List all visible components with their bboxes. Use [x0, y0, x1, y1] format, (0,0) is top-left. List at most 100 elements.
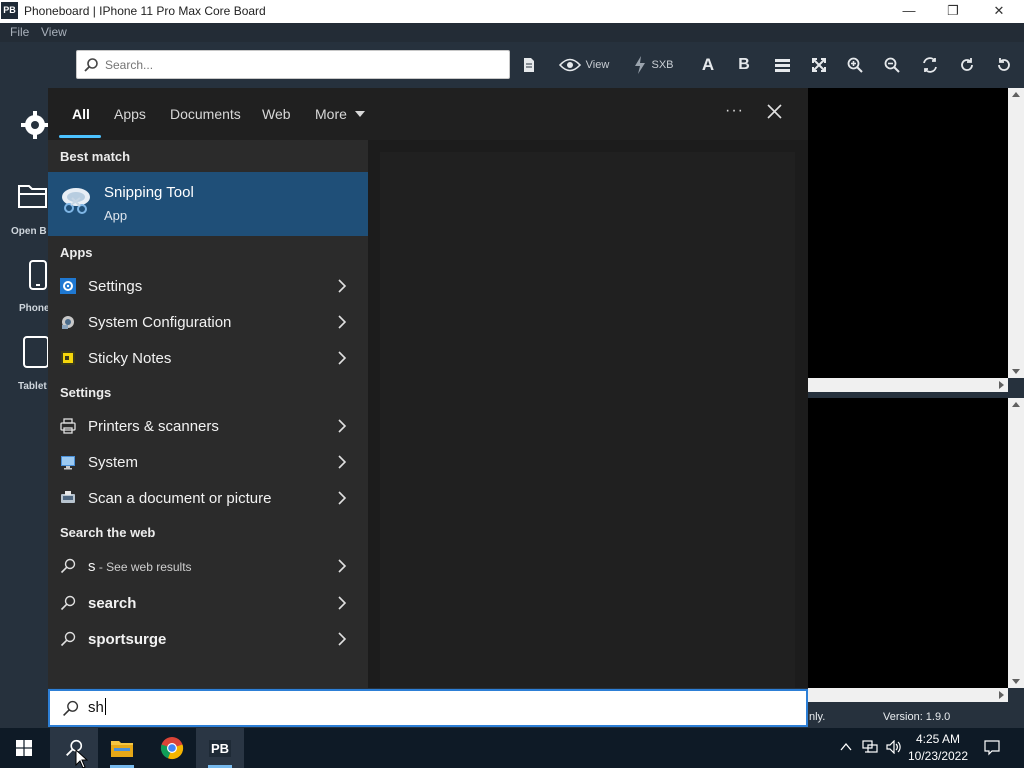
close-search-button[interactable]: [767, 104, 782, 122]
result-web-s-label: s - See web results: [88, 558, 192, 575]
window-title: Phoneboard | IPhone 11 Pro Max Core Boar…: [24, 4, 266, 18]
viewer-bottom-hscroll[interactable]: [808, 688, 1008, 702]
bold-button[interactable]: B: [733, 52, 755, 78]
best-match-heading: Best match: [60, 149, 131, 164]
tab-documents[interactable]: Documents: [170, 106, 241, 122]
network-icon[interactable]: [862, 740, 878, 754]
close-window-button[interactable]: ✕: [976, 0, 1022, 23]
chevron-right-icon[interactable]: [336, 455, 348, 469]
view-button[interactable]: View: [552, 52, 616, 78]
search-icon: [63, 700, 79, 716]
tab-more-label: More: [315, 106, 347, 122]
web-results-suffix: - See web results: [95, 560, 192, 574]
app-logo: PB: [1, 2, 18, 19]
gear-icon: [21, 111, 49, 139]
refresh-button[interactable]: [918, 52, 942, 78]
tablet-label: Tablet: [18, 381, 47, 392]
tab-apps[interactable]: Apps: [114, 106, 146, 122]
close-icon: [767, 104, 782, 119]
restore-button[interactable]: ❐: [930, 0, 976, 23]
view-label: View: [585, 59, 610, 71]
chrome-icon: [160, 737, 184, 760]
chevron-right-icon[interactable]: [336, 559, 348, 573]
layout-button[interactable]: [770, 52, 794, 78]
chevron-up-icon[interactable]: [840, 742, 852, 752]
chevron-right-icon[interactable]: [336, 632, 348, 646]
tab-all[interactable]: All: [72, 106, 90, 122]
title-bar: PB Phoneboard | IPhone 11 Pro Max Core B…: [0, 0, 1024, 23]
refresh-icon: [923, 57, 937, 73]
status-left-text: nly.: [809, 711, 826, 723]
minimize-button[interactable]: —: [886, 0, 932, 23]
rotate-right-button[interactable]: [955, 52, 979, 78]
taskbar-search-button[interactable]: [50, 728, 98, 768]
eye-icon: [558, 58, 581, 72]
phoneboard-taskbar-label: PB: [208, 739, 232, 757]
tab-web[interactable]: Web: [262, 106, 291, 122]
printer-icon: [60, 418, 76, 434]
font-size-button[interactable]: A: [696, 52, 720, 78]
search-icon: [60, 558, 76, 574]
apps-heading: Apps: [60, 245, 93, 260]
search-icon: [60, 595, 76, 611]
result-scan-document-label: Scan a document or picture: [88, 490, 272, 507]
search-query-input[interactable]: sh: [88, 698, 106, 716]
chevron-right-icon[interactable]: [336, 351, 348, 365]
taskbar-phoneboard[interactable]: PB: [196, 728, 244, 768]
fullscreen-button[interactable]: [807, 52, 831, 78]
result-system-configuration-label: System Configuration: [88, 314, 232, 331]
chevron-right-icon[interactable]: [336, 491, 348, 505]
result-system-label: System: [88, 454, 139, 471]
viewer-top-vscroll[interactable]: [1008, 88, 1024, 378]
more-options-button[interactable]: ···: [725, 102, 744, 120]
result-printers-scanners-label: Printers & scanners: [88, 418, 219, 435]
sxb-button[interactable]: SXB: [626, 52, 682, 78]
phone-button[interactable]: [0, 260, 48, 295]
tablet-button[interactable]: [0, 336, 49, 373]
sxb-label: SXB: [651, 59, 674, 71]
toolbar-search[interactable]: [76, 50, 510, 79]
notifications-icon[interactable]: [984, 740, 1000, 756]
system-clock[interactable]: 4:25 AM 10/23/2022: [904, 731, 972, 765]
volume-icon[interactable]: [886, 740, 902, 754]
rotate-left-button[interactable]: [992, 52, 1016, 78]
viewer-bottom-vscroll[interactable]: [1008, 398, 1024, 688]
open-board-label: Open B: [11, 226, 47, 237]
result-sticky-notes-label: Sticky Notes: [88, 350, 172, 367]
mouse-cursor-icon: [75, 749, 88, 768]
chevron-right-icon[interactable]: [336, 315, 348, 329]
best-match-result[interactable]: [48, 172, 368, 236]
sticky-notes-icon: [61, 351, 75, 365]
search-query-text: sh: [88, 699, 104, 716]
toolbar-search-input[interactable]: [105, 51, 505, 78]
menu-file[interactable]: File: [10, 25, 29, 39]
start-button[interactable]: [0, 728, 48, 768]
folder-icon: [18, 185, 47, 208]
best-match-title: Snipping Tool: [104, 184, 194, 201]
open-board-button[interactable]: [0, 183, 48, 214]
document-button[interactable]: [516, 52, 542, 78]
start-search-box[interactable]: sh: [48, 689, 808, 727]
settings-sidebar-button[interactable]: [0, 110, 49, 145]
document-icon: [524, 58, 534, 72]
monitor-icon: [61, 456, 75, 470]
tab-more[interactable]: More: [315, 106, 365, 122]
zoom-out-button[interactable]: [880, 52, 904, 78]
web-query-text: s: [88, 558, 96, 575]
settings-heading: Settings: [60, 385, 112, 400]
chevron-right-icon[interactable]: [336, 419, 348, 433]
best-match-subtitle: App: [104, 208, 128, 223]
taskbar-file-explorer[interactable]: [98, 728, 146, 768]
phone-label: Phone: [19, 303, 50, 314]
menu-view[interactable]: View: [41, 25, 67, 39]
chevron-down-icon: [354, 111, 365, 117]
chevron-right-icon[interactable]: [336, 596, 348, 610]
viewer-top-hscroll[interactable]: [808, 378, 1008, 392]
version-text: Version: 1.9.0: [883, 711, 951, 723]
taskbar-chrome[interactable]: [148, 728, 196, 768]
clock-time: 4:25 AM: [915, 732, 961, 746]
board-viewer-top[interactable]: [808, 88, 1008, 378]
board-viewer-bottom[interactable]: [808, 398, 1008, 688]
chevron-right-icon[interactable]: [336, 279, 348, 293]
zoom-in-button[interactable]: [843, 52, 867, 78]
